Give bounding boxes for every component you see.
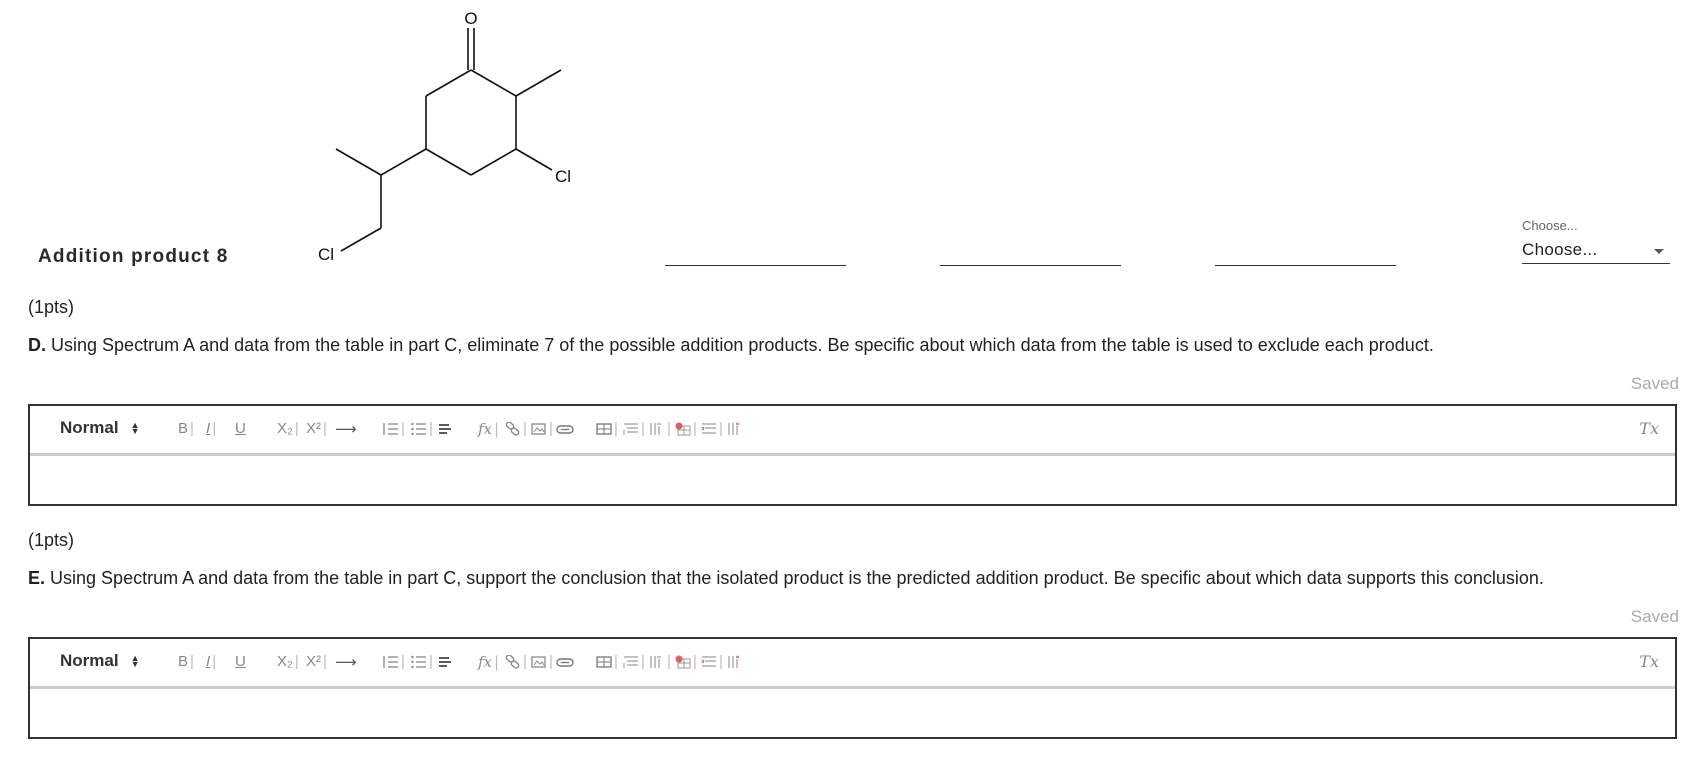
table-icon[interactable]: | bbox=[596, 420, 618, 437]
question-e-editor[interactable]: Normal ▲ ▼ B | I | U X₂ | X² | ⟶ | | fx | | | … bbox=[28, 637, 1677, 739]
format-select[interactable]: Normal ▲ ▼ bbox=[60, 418, 140, 438]
question-e-prompt: E. Using Spectrum A and data from the ta… bbox=[28, 568, 1544, 589]
updown-icon: ▲ ▼ bbox=[130, 653, 140, 669]
link-icon[interactable]: | bbox=[505, 420, 527, 437]
subscript-button[interactable]: X₂ | bbox=[277, 420, 299, 437]
question-d-answer-area[interactable] bbox=[30, 456, 1675, 505]
bullet-list-icon[interactable]: | bbox=[411, 653, 433, 670]
question-d-editor[interactable]: Normal ▲ ▼ B | I | U X₂ | X² | ⟶ | | fx | | | … bbox=[28, 404, 1677, 506]
question-d-letter: D. bbox=[28, 335, 46, 355]
clear-format-button[interactable]: Tx bbox=[1639, 419, 1659, 438]
link-icon[interactable]: | bbox=[505, 653, 527, 670]
format-select[interactable]: Normal ▲ ▼ bbox=[60, 651, 140, 671]
table-delete-icon[interactable]: | bbox=[675, 420, 697, 437]
italic-button[interactable]: I | bbox=[206, 420, 216, 437]
superscript-button[interactable]: X² | bbox=[306, 653, 327, 670]
ordered-list-icon[interactable]: | bbox=[383, 420, 405, 437]
question-e-points: (1pts) bbox=[28, 530, 75, 550]
table-delete-row-icon[interactable]: | bbox=[701, 420, 723, 437]
chlorine-ring-label: Cl bbox=[555, 167, 571, 186]
select-dropdown[interactable]: Choose... bbox=[1522, 236, 1670, 264]
attachment-icon[interactable] bbox=[556, 653, 574, 670]
format-select-value: Normal bbox=[60, 418, 119, 437]
answer-blank-3[interactable] bbox=[1215, 265, 1396, 266]
align-icon[interactable] bbox=[438, 653, 452, 670]
underline-button[interactable]: U bbox=[235, 420, 246, 437]
format-select-value: Normal bbox=[60, 651, 119, 670]
select-value: Choose... bbox=[1522, 239, 1598, 259]
bold-button[interactable]: B | bbox=[178, 420, 194, 437]
table-insert-row-icon[interactable]: | bbox=[623, 653, 645, 670]
oxygen-atom-label: O bbox=[464, 9, 477, 28]
clear-format-button[interactable]: Tx bbox=[1639, 652, 1659, 671]
table-delete-column-icon[interactable] bbox=[727, 420, 743, 437]
bold-button[interactable]: B | bbox=[178, 653, 194, 670]
italic-button[interactable]: I | bbox=[206, 653, 216, 670]
question-e-saved-status: Saved bbox=[1630, 607, 1679, 626]
editor-toolbar: Normal ▲ ▼ B | I | U X₂ | X² | ⟶ | | fx | | | … bbox=[30, 406, 1675, 456]
question-d-text: Using Spectrum A and data from the table… bbox=[51, 335, 1434, 355]
align-icon[interactable] bbox=[438, 420, 452, 437]
underline-button[interactable]: U bbox=[235, 653, 246, 670]
table-insert-column-icon[interactable]: | bbox=[649, 653, 671, 670]
question-e-text: Using Spectrum A and data from the table… bbox=[50, 568, 1544, 588]
answer-blank-1[interactable] bbox=[665, 265, 846, 266]
choose-select[interactable]: Choose... Choose... bbox=[1522, 218, 1670, 264]
ordered-list-icon[interactable]: | bbox=[383, 653, 405, 670]
formula-button[interactable]: fx | bbox=[478, 420, 499, 438]
arrow-button[interactable]: ⟶ bbox=[335, 420, 357, 438]
chlorine-chain-label: Cl bbox=[318, 245, 334, 264]
molecule-structure: O Cl Cl bbox=[318, 9, 571, 264]
caret-down-icon bbox=[1654, 248, 1664, 254]
arrow-button[interactable]: ⟶ bbox=[335, 653, 357, 671]
question-e-letter: E. bbox=[28, 568, 46, 588]
table-insert-row-icon[interactable]: | bbox=[623, 420, 645, 437]
question-d-prompt: D. Using Spectrum A and data from the ta… bbox=[28, 335, 1434, 356]
answer-blank-2[interactable] bbox=[940, 265, 1121, 266]
select-caption: Choose... bbox=[1522, 218, 1578, 233]
product-label: Addition product 8 bbox=[38, 246, 229, 267]
editor-toolbar: Normal ▲ ▼ B | I | U X₂ | X² | ⟶ | | fx | | | … bbox=[30, 639, 1675, 689]
superscript-button[interactable]: X² | bbox=[306, 420, 327, 437]
table-delete-icon[interactable]: | bbox=[675, 653, 697, 670]
image-icon[interactable]: | bbox=[531, 653, 553, 670]
formula-button[interactable]: fx | bbox=[478, 653, 499, 671]
table-insert-column-icon[interactable]: | bbox=[649, 420, 671, 437]
attachment-icon[interactable] bbox=[556, 420, 574, 437]
image-icon[interactable]: | bbox=[531, 420, 553, 437]
table-icon[interactable]: | bbox=[596, 653, 618, 670]
updown-icon: ▲ ▼ bbox=[130, 420, 140, 436]
table-delete-row-icon[interactable]: | bbox=[701, 653, 723, 670]
question-d-points: (1pts) bbox=[28, 297, 75, 317]
table-delete-column-icon[interactable] bbox=[727, 653, 743, 670]
question-e-answer-area[interactable] bbox=[30, 689, 1675, 738]
question-d-saved-status: Saved bbox=[1630, 374, 1679, 393]
bullet-list-icon[interactable]: | bbox=[411, 420, 433, 437]
subscript-button[interactable]: X₂ | bbox=[277, 653, 299, 670]
